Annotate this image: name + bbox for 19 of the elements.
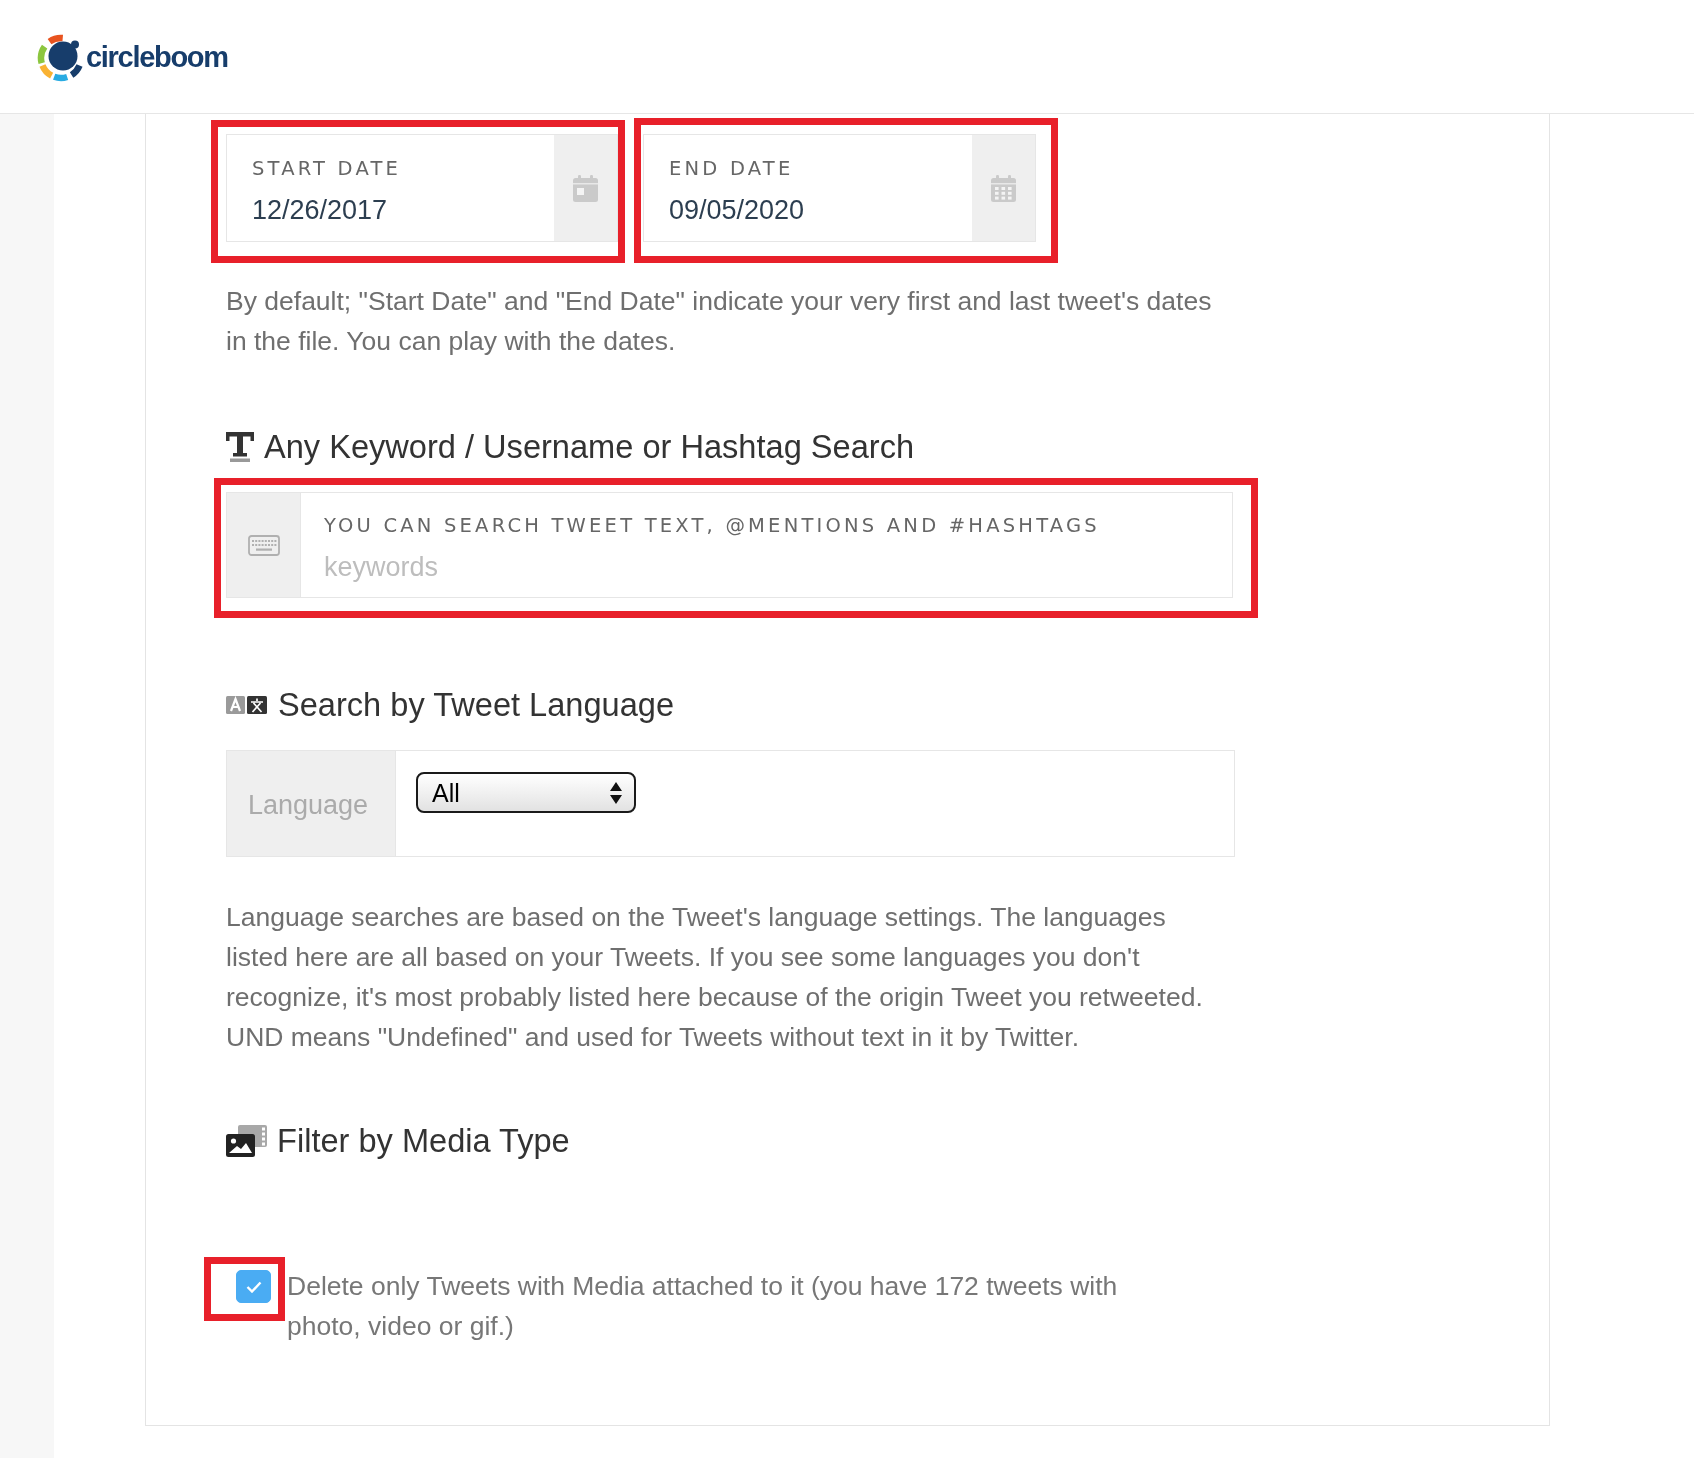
translate-icon (226, 696, 267, 714)
field-placeholder: keywords (324, 551, 440, 583)
up-down-arrows-icon (610, 781, 622, 804)
section-heading: Any Keyword / Username or Hashtag Search (264, 429, 915, 465)
logo-text[interactable]: circleboom (86, 39, 228, 74)
section-heading: Filter by Media Type (277, 1123, 570, 1159)
keyboard-icon (247, 534, 280, 556)
dates-note: By default; "Start Date" and "End Date" indicate your very first and last tweet's dates in the file. You can play with the dates. (226, 285, 1213, 358)
field-label: YOU CAN SEARCH TWEET TEXT, @MENTIONS AND #HASHTAGS (324, 515, 1101, 537)
section-heading: Search by Tweet Language (278, 687, 675, 723)
keyword-field[interactable]: YOU CAN SEARCH TWEET TEXT, @MENTIONS AND #HASHTAGS keywords (300, 492, 1233, 598)
checkbox[interactable] (236, 1270, 271, 1303)
language-note: Language searches are based on the Tweet's language settings. The languages listed here are all based on your Tweets. If you see some languages you don't recognize, it's most probably listed here because of the origin Tweet you retweeted. UND means "Undefined" and used for Tweets without text in it by Twitter. (226, 901, 1204, 1054)
image-icon (226, 1125, 267, 1157)
text-icon (226, 432, 254, 462)
language-select[interactable]: All (416, 772, 636, 813)
checkmark-icon (245, 1280, 262, 1293)
language-addon: Language (226, 750, 395, 857)
checkbox-label[interactable]: Delete only Tweets with Media attached to it (you have 172 tweets with photo, video or gif.) (287, 1266, 1147, 1346)
